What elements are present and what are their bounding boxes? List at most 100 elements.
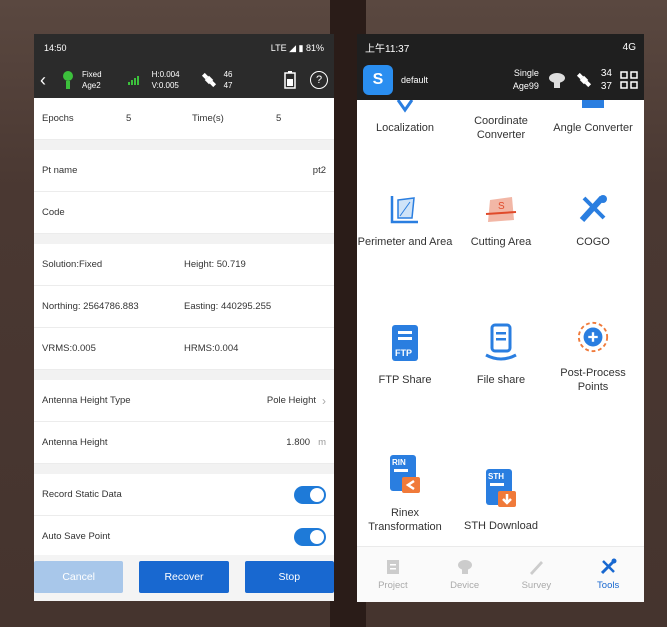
right-phone-screen: 上午11:37 4G S default Single Age99 34 37 xyxy=(357,34,644,602)
tab-label: Project xyxy=(378,580,408,591)
tool-label: Cutting Area xyxy=(470,236,532,248)
auto-save-toggle[interactable] xyxy=(294,527,326,546)
tool-ftp-share[interactable]: FTP FTP Share xyxy=(357,322,453,386)
localization-icon xyxy=(388,100,422,114)
time-value: 5 xyxy=(276,113,282,124)
antenna-type-row[interactable]: Antenna Height Type Pole Height › xyxy=(34,380,334,422)
device-icon xyxy=(457,560,472,574)
status-network: 4G xyxy=(622,41,636,53)
perimeter-area-icon xyxy=(388,192,422,226)
cutting-area-icon: S xyxy=(484,192,518,226)
tab-project[interactable]: Project xyxy=(357,547,429,602)
angle-icon xyxy=(576,100,610,114)
cancel-button[interactable]: Cancel xyxy=(34,561,124,593)
tool-label: Rinex Transformation xyxy=(368,507,442,533)
stop-button[interactable]: Stop xyxy=(244,561,334,593)
satellite-count: 34 37 xyxy=(601,67,612,93)
tab-label: Survey xyxy=(521,580,552,591)
signal-bars-icon xyxy=(127,76,139,85)
epochs-value: 5 xyxy=(126,113,132,124)
post-process-icon xyxy=(576,318,610,356)
back-arrow-icon[interactable]: ‹ xyxy=(40,70,54,91)
record-static-toggle[interactable] xyxy=(294,485,326,504)
easting-text: Easting: 440295.255 xyxy=(184,301,272,312)
app-header: ‹ Fixed Age2 H:0.004 V:0.005 46 47 ? xyxy=(34,62,334,98)
status-bar: 14:50 LTE ◢ ▮ 81% xyxy=(34,34,334,62)
pt-name-label: Pt name xyxy=(42,165,78,176)
tab-device[interactable]: Device xyxy=(429,547,501,602)
record-static-row: Record Static Data xyxy=(34,474,334,516)
rinex-icon: RIN xyxy=(388,452,422,496)
tool-label: Perimeter and Area xyxy=(357,236,453,248)
tool-coordinate-converter[interactable]: Coordinate Converter xyxy=(453,114,549,142)
cogo-icon xyxy=(576,192,610,226)
tab-tools[interactable]: Tools xyxy=(572,547,644,602)
tool-rinex-transformation[interactable]: RIN Rinex Transformation xyxy=(357,452,453,534)
pt-name-row[interactable]: Pt name pt2 xyxy=(34,150,334,192)
status-network: LTE ◢ ▮ 81% xyxy=(270,42,324,53)
tool-perimeter-area[interactable]: Perimeter and Area xyxy=(357,192,453,248)
file-share-icon xyxy=(484,322,518,364)
tool-cogo[interactable]: COGO xyxy=(545,192,641,248)
tool-angle-converter[interactable]: Angle Converter xyxy=(545,100,641,134)
fix-label: Fixed xyxy=(82,70,102,79)
coords-row: Northing: 2564786.883 Easting: 440295.25… xyxy=(34,286,334,328)
age-label: Age2 xyxy=(82,81,101,90)
vrms-text: VRMS:0.005 xyxy=(42,343,96,354)
time-label: Time(s) xyxy=(192,113,224,124)
fix-status: Fixed Age2 xyxy=(82,69,102,91)
pt-name-value[interactable]: pt2 xyxy=(313,165,326,176)
tab-survey[interactable]: Survey xyxy=(501,547,573,602)
code-row[interactable]: Code xyxy=(34,192,334,234)
hrms-text: HRMS:0.004 xyxy=(184,343,239,354)
rms-row: VRMS:0.005 HRMS:0.004 xyxy=(34,328,334,370)
tool-label: Coordinate Converter xyxy=(474,115,528,141)
tab-label: Device xyxy=(450,580,480,591)
recover-button[interactable]: Recover xyxy=(139,561,229,593)
sats-used: 34 xyxy=(600,68,612,79)
tool-label: STH Download xyxy=(464,520,538,532)
antenna-height-row[interactable]: Antenna Height 1.800 m xyxy=(34,422,334,464)
ftp-icon: FTP xyxy=(388,322,422,364)
satellite-icon xyxy=(576,72,591,88)
tab-label: Tools xyxy=(597,580,620,591)
app-logo-icon: S xyxy=(363,65,393,95)
age-label: Age99 xyxy=(512,81,539,91)
h-precision: H:0.004 xyxy=(151,70,180,79)
receiver-icon xyxy=(63,71,73,89)
section-gap xyxy=(34,464,334,474)
bottom-tab-bar: Project Device Survey Tools xyxy=(357,546,644,602)
tool-label: FTP Share xyxy=(378,374,432,386)
solution-text: Solution:Fixed xyxy=(42,259,103,270)
project-name[interactable]: default xyxy=(401,75,428,85)
tool-post-process-points[interactable]: Post-Process Points xyxy=(545,318,641,394)
antenna-type-value: Pole Height xyxy=(266,395,316,406)
antenna-height-label: Antenna Height xyxy=(42,437,108,448)
v-precision: V:0.005 xyxy=(151,81,179,90)
tool-label: COGO xyxy=(576,236,610,248)
precision-readout: H:0.004 V:0.005 xyxy=(152,69,180,91)
grid-menu-icon[interactable] xyxy=(620,71,638,89)
tool-sth-download[interactable]: STH STH Download xyxy=(453,466,549,532)
help-icon[interactable]: ? xyxy=(310,71,328,89)
project-icon xyxy=(386,560,399,574)
tool-file-share[interactable]: File share xyxy=(453,322,549,386)
antenna-type-label: Antenna Height Type xyxy=(42,395,131,406)
antenna-height-value[interactable]: 1.800 xyxy=(286,437,310,448)
antenna-height-unit: m xyxy=(318,437,326,448)
app-header: S default Single Age99 34 37 xyxy=(357,60,644,100)
auto-save-label: Auto Save Point xyxy=(42,531,111,542)
receiver-icon xyxy=(548,73,565,88)
solution-row: Solution:Fixed Height: 50.719 xyxy=(34,244,334,286)
sats-visible: 37 xyxy=(600,81,612,92)
record-static-label: Record Static Data xyxy=(42,489,122,500)
section-gap xyxy=(34,140,334,150)
epochs-label: Epochs xyxy=(42,113,74,124)
height-text: Height: 50.719 xyxy=(184,259,246,270)
svg-text:FTP: FTP xyxy=(395,348,412,358)
tool-localization[interactable]: Localization xyxy=(357,100,453,134)
code-label: Code xyxy=(42,207,65,218)
svg-text:STH: STH xyxy=(488,472,504,481)
auto-save-row: Auto Save Point xyxy=(34,516,334,558)
tool-cutting-area[interactable]: S Cutting Area xyxy=(453,192,549,248)
